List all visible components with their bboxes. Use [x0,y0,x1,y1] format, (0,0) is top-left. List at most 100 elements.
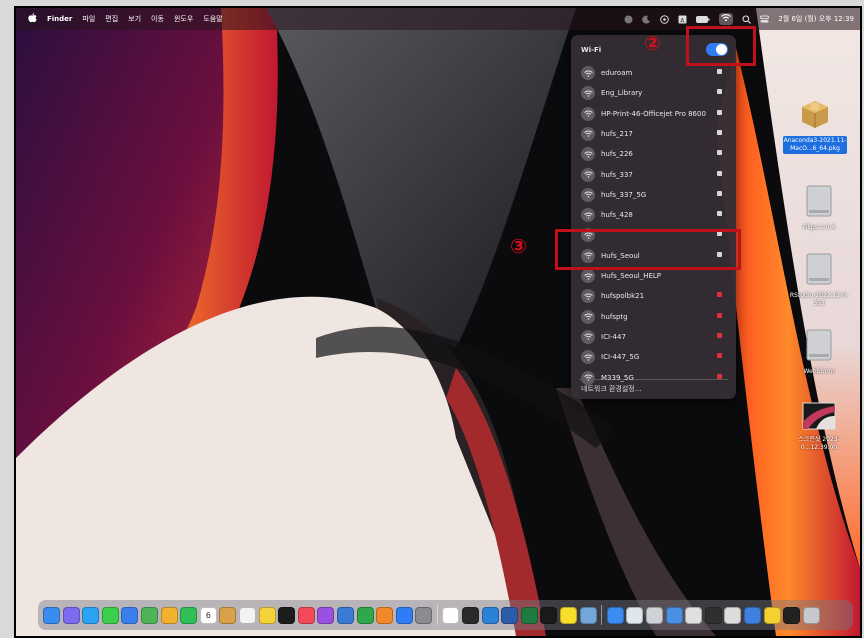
wifi-network-item[interactable]: hufs_217 [577,124,730,144]
dock-word-icon[interactable] [501,606,519,624]
search-icon[interactable] [742,14,752,24]
wifi-signal-icon [581,350,595,365]
wifi-network-name: M339_5G [601,373,634,382]
wifi-signal-icon [581,269,595,283]
dock-calendar-icon[interactable]: 6 [199,606,217,624]
wifi-network-item[interactable]: Eng_Library [577,83,730,103]
dock-maps-icon[interactable] [140,606,158,624]
dock-file6-icon[interactable] [743,606,761,624]
dock-pages-icon[interactable] [376,606,394,624]
wifi-network-name: eduroam [601,69,633,77]
dock-keynote-icon[interactable] [336,606,354,624]
wifi-network-name: hufs_226 [601,150,633,159]
dock-file1-icon[interactable] [646,606,663,624]
wifi-network-item[interactable]: hufs_226 [577,144,730,164]
dock-file7-icon[interactable] [763,606,781,624]
wifi-network-item[interactable]: ICI-447 [577,327,730,347]
dock-preview-icon[interactable] [626,606,644,624]
menu-file[interactable]: 파일 [82,14,95,24]
wifi-menu-panel: Wi-Fi 네트워크 환경설정... eduroam Eng_Library HP-… [571,35,736,399]
menu-window[interactable]: 윈도우 [174,14,193,24]
desktop-icon-disk-2[interactable]: RStudio-2022.12.0-353 [787,252,851,308]
dock-excel-icon[interactable] [520,606,538,624]
desktop-icon-disk-1[interactable]: Filips-1.0.4 [787,184,851,232]
dock-file2-icon[interactable] [665,606,683,624]
lock-icon [717,69,722,74]
dock-kakaotalk-icon[interactable] [560,606,578,624]
wifi-network-name: ICI-447_5G [601,353,640,362]
dock-podcasts-icon[interactable] [317,606,335,624]
wifi-network-item[interactable]: hufsptg [577,307,730,327]
record-icon[interactable] [624,15,633,24]
dock-finder2-icon[interactable] [606,606,624,624]
desktop-icon-label: WebStorm [803,368,835,375]
desktop-icon-screenshot[interactable]: 스크린샷 2023-0...12.39.00 [787,402,851,452]
wifi-network-item[interactable]: HP-Print-46-Officejet Pro 8600 [577,104,730,124]
desktop-icon-disk-3[interactable]: WebStorm [787,328,851,376]
moon-icon[interactable] [642,15,651,24]
lock-icon [717,332,722,338]
wifi-icon[interactable] [719,13,734,25]
dock-chrome-icon[interactable] [442,606,460,624]
wifi-network-item[interactable]: hufspolbk21 [577,286,730,306]
dock-messages-icon[interactable] [101,606,119,624]
desktop-icon-anaconda[interactable]: Anaconda3-2021.11-MacO...6_64.pkg [783,96,847,154]
dock-photos-icon[interactable] [160,606,178,624]
lock-icon [717,312,722,318]
apple-logo-icon[interactable] [28,12,37,26]
wifi-signal-icon [581,289,595,304]
dock-music-icon[interactable] [297,606,315,624]
play-circle-icon[interactable] [660,14,670,24]
battery-icon[interactable] [696,15,710,24]
calendar-date-label: 6 [205,610,211,620]
lock-icon [717,211,722,217]
dock-system-preferences-icon[interactable] [415,606,433,624]
menu-view[interactable]: 보기 [128,14,141,24]
dock-notes-icon[interactable] [258,606,276,624]
menu-app-name[interactable]: Finder [47,15,72,23]
dock-file5-icon[interactable] [724,606,742,624]
control-center-icon[interactable] [760,15,770,24]
menu-go[interactable]: 이동 [151,14,164,24]
wifi-network-item[interactable]: eduroam [577,63,730,83]
dock-safari-icon[interactable] [82,606,100,624]
wifi-network-name: hufs_337_5G [601,190,647,199]
menu-clock[interactable]: 2월 6일 (월) 오후 12:39 [778,14,854,24]
dock-webstorm-icon[interactable] [540,606,558,624]
dock-separator [436,605,438,625]
lock-icon [717,109,722,115]
dock-finder-icon[interactable] [43,606,60,624]
lock-icon [717,373,722,379]
dock-file4-icon[interactable] [704,606,722,624]
dock-appletv-icon[interactable] [278,606,296,624]
wifi-network-item[interactable]: M339_5G [577,368,730,388]
dock-terminal-icon[interactable] [462,606,480,624]
dock-file3-icon[interactable] [685,606,703,624]
menu-help[interactable]: 도움말 [203,14,222,24]
dock-file8-icon[interactable] [783,606,801,624]
dock-reminders-icon[interactable] [238,606,256,624]
wifi-network-item[interactable]: hufs_337_5G [577,185,730,205]
wifi-network-item[interactable]: hufs_337 [577,165,730,185]
wifi-network-name: hufs_217 [601,129,633,138]
menu-edit[interactable]: 편집 [105,14,118,24]
wifi-signal-icon [581,126,595,141]
dock-mail-icon[interactable] [121,606,139,624]
dock-vscode-icon[interactable] [481,606,499,624]
desktop-icon-label: 스크린샷 2023-0...12.39.00 [798,436,840,451]
wifi-network-item[interactable]: hufs_428 [577,205,730,225]
dock-contacts-icon[interactable] [219,606,237,624]
wifi-network-item[interactable]: ICI-447_5G [577,347,730,367]
dock-rstudio-icon[interactable] [579,606,597,624]
dock-appstore-icon[interactable] [395,606,413,624]
keyboard-icon[interactable]: A [678,15,687,24]
dock-trash-icon[interactable] [802,606,820,624]
wifi-network-name: ICI-447 [601,332,626,341]
dock-numbers-icon[interactable] [356,606,374,624]
desktop-icon-label: Filips-1.0.4 [802,224,836,231]
disk-icon [806,185,832,217]
dock-separator [601,605,603,625]
dock-facetime-icon[interactable] [180,606,198,624]
dock-launchpad-icon[interactable] [62,606,80,624]
dock: 6 [38,600,853,630]
